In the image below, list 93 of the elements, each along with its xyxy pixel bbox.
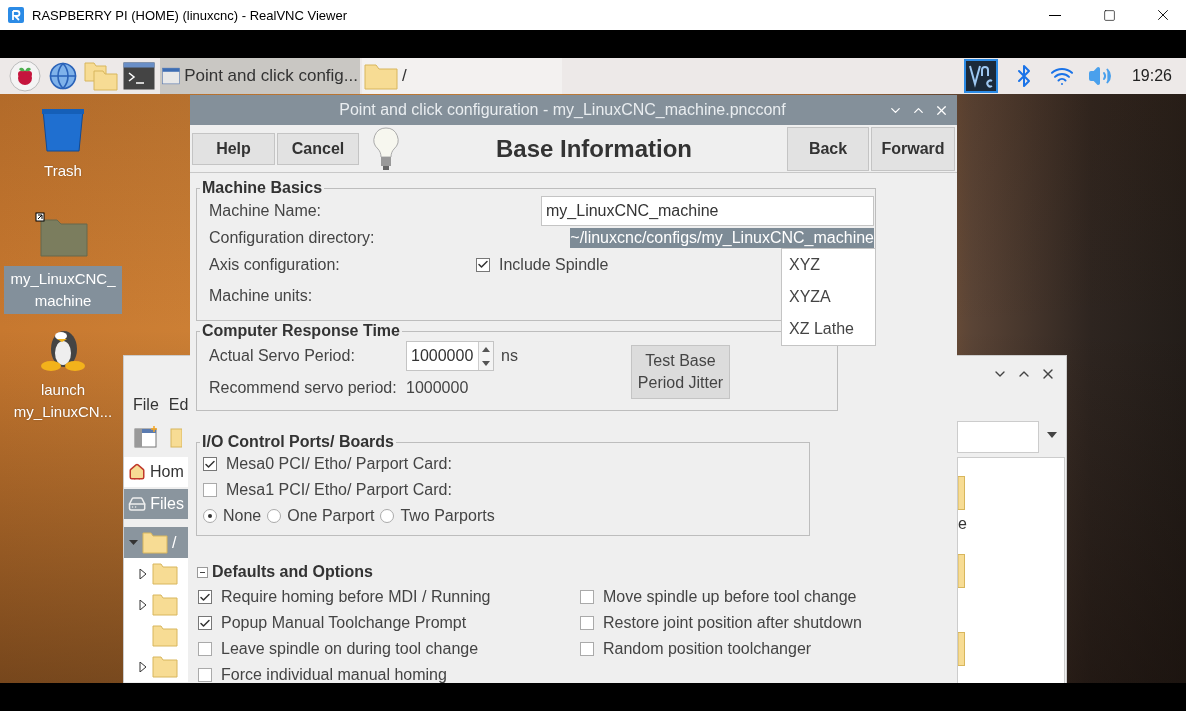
servo-period-spinner[interactable]: 1000000 bbox=[406, 341, 494, 371]
checkbox[interactable] bbox=[198, 590, 212, 604]
defaults-expander[interactable]: Defaults and Options bbox=[196, 560, 373, 584]
checkbox[interactable] bbox=[476, 257, 490, 272]
clock: 19:26 bbox=[1131, 67, 1172, 85]
trash-icon bbox=[40, 108, 86, 152]
desktop-icon-label[interactable]: Trash bbox=[4, 158, 122, 184]
field-label: Machine Name: bbox=[209, 201, 322, 220]
terminal-icon bbox=[123, 62, 155, 90]
checkbox-option[interactable]: Require homing before MDI / Running bbox=[198, 588, 491, 606]
path-field[interactable] bbox=[957, 421, 1039, 453]
folder-shortcut-icon bbox=[35, 212, 91, 260]
checkbox-option[interactable]: Mesa1 PCI/ Etho/ Parport Card: bbox=[203, 481, 452, 499]
drive-icon bbox=[128, 494, 147, 514]
dropdown-arrow-icon[interactable] bbox=[1047, 432, 1057, 438]
group-title: Machine Basics bbox=[201, 179, 324, 197]
lightbulb-icon bbox=[371, 125, 401, 172]
tree-label: / bbox=[172, 533, 177, 552]
checkbox-option[interactable]: Popup Manual Toolchange Prompt bbox=[198, 614, 467, 632]
checkbox[interactable] bbox=[580, 616, 594, 630]
folder-icon bbox=[142, 531, 168, 554]
radio-button[interactable] bbox=[267, 509, 282, 523]
field-label: Machine units: bbox=[209, 287, 313, 305]
expander-icon[interactable] bbox=[139, 568, 147, 579]
checkbox-option[interactable]: Move spindle up before tool change bbox=[580, 588, 857, 606]
collapse-icon bbox=[197, 566, 208, 578]
machine-name-field[interactable]: my_LinuxCNC_machine bbox=[541, 195, 874, 226]
expander-icon[interactable] bbox=[139, 661, 147, 672]
checkbox-option[interactable]: Include Spindle bbox=[476, 255, 609, 274]
checkbox-option[interactable]: Mesa0 PCI/ Etho/ Parport Card: bbox=[203, 455, 452, 473]
expander-icon[interactable] bbox=[139, 599, 147, 610]
radio-option[interactable]: Two Parports bbox=[380, 507, 495, 525]
expander-icon[interactable] bbox=[128, 538, 138, 547]
recommended-value: 1000000 bbox=[406, 379, 469, 397]
vnc-logo-icon[interactable] bbox=[963, 59, 998, 93]
toolbar-button[interactable]: Forward bbox=[871, 126, 955, 171]
page-heading: Base Information bbox=[495, 134, 693, 163]
folder-icon bbox=[152, 593, 178, 616]
desktop-icon-label[interactable]: launch my_LinuxCN... bbox=[4, 377, 122, 425]
up-arrow-icon bbox=[482, 346, 490, 352]
toolbar-button[interactable]: Cancel bbox=[277, 132, 359, 165]
checkbox[interactable] bbox=[580, 642, 594, 656]
folder-icon[interactable] bbox=[170, 426, 182, 448]
servo-period-input[interactable]: 1000000 bbox=[407, 342, 478, 370]
file-name: e bbox=[958, 515, 967, 533]
checkbox[interactable] bbox=[198, 642, 212, 656]
field-label: Configuration directory: bbox=[209, 228, 375, 247]
taskbar-task[interactable]: / bbox=[362, 58, 562, 94]
volume-icon[interactable] bbox=[1087, 64, 1112, 88]
test-jitter-button[interactable]: Test Base Period Jitter bbox=[631, 345, 730, 399]
folder-icon bbox=[152, 624, 178, 647]
group-title: Computer Response Time bbox=[201, 322, 401, 340]
checkbox[interactable] bbox=[203, 457, 217, 471]
radio-option[interactable]: One Parport bbox=[267, 507, 375, 525]
decrement-button[interactable] bbox=[479, 356, 493, 370]
checkbox-option[interactable]: Random position toolchanger bbox=[580, 640, 812, 658]
window-title: RASPBERRY PI (HOME) (linuxcnc) - RealVNC Viewer bbox=[32, 7, 348, 23]
checkbox-option[interactable]: Leave spindle on during tool change bbox=[198, 640, 479, 658]
checkbox[interactable] bbox=[203, 483, 217, 497]
raspberry-menu-button[interactable] bbox=[6, 59, 44, 93]
home-icon bbox=[128, 463, 146, 481]
menu-item[interactable]: File bbox=[133, 396, 159, 414]
unit-label: ns bbox=[501, 347, 518, 365]
radio-button[interactable] bbox=[203, 509, 217, 523]
app-logo-icon bbox=[8, 7, 24, 23]
checkbox[interactable] bbox=[198, 616, 212, 630]
field-label: Recommend servo period: bbox=[209, 379, 398, 397]
folder-icon bbox=[152, 562, 178, 585]
checkbox[interactable] bbox=[198, 668, 212, 682]
globe-icon bbox=[48, 61, 78, 91]
folder-icon bbox=[364, 62, 398, 90]
checkbox[interactable] bbox=[580, 590, 594, 604]
checkbox-option[interactable]: Force individual manual homing bbox=[198, 666, 447, 683]
checkbox-option[interactable]: Restore joint position after shutdown bbox=[580, 614, 862, 632]
down-arrow-icon bbox=[482, 360, 490, 366]
maximize-icon bbox=[1102, 8, 1116, 22]
folder-icon bbox=[152, 655, 178, 678]
menu-item[interactable]: Ed bbox=[168, 396, 189, 414]
new-window-icon[interactable] bbox=[134, 426, 158, 448]
field-label: Actual Servo Period: bbox=[209, 347, 356, 365]
toolbar-button[interactable]: Help bbox=[192, 132, 275, 165]
minimize-icon bbox=[1049, 14, 1061, 16]
group-title: I/O Control Ports/ Boards bbox=[201, 433, 395, 451]
folders-icon bbox=[84, 61, 118, 91]
toolbar-button[interactable]: Back bbox=[787, 126, 869, 171]
taskbar-task[interactable]: Point and click config... bbox=[160, 58, 360, 94]
radio-option[interactable]: None bbox=[203, 507, 262, 525]
dialog-title: Point and click configuration - my_LinuxCNC_machine.pncconf bbox=[338, 101, 787, 119]
increment-button[interactable] bbox=[479, 342, 493, 356]
field-label: Axis configuration: bbox=[209, 255, 341, 274]
radio-button[interactable] bbox=[380, 509, 395, 523]
config-directory-text: ~/linuxcnc/configs/my_LinuxCNC_machine bbox=[570, 227, 874, 248]
sidebar-place[interactable]: Hom bbox=[124, 457, 188, 487]
